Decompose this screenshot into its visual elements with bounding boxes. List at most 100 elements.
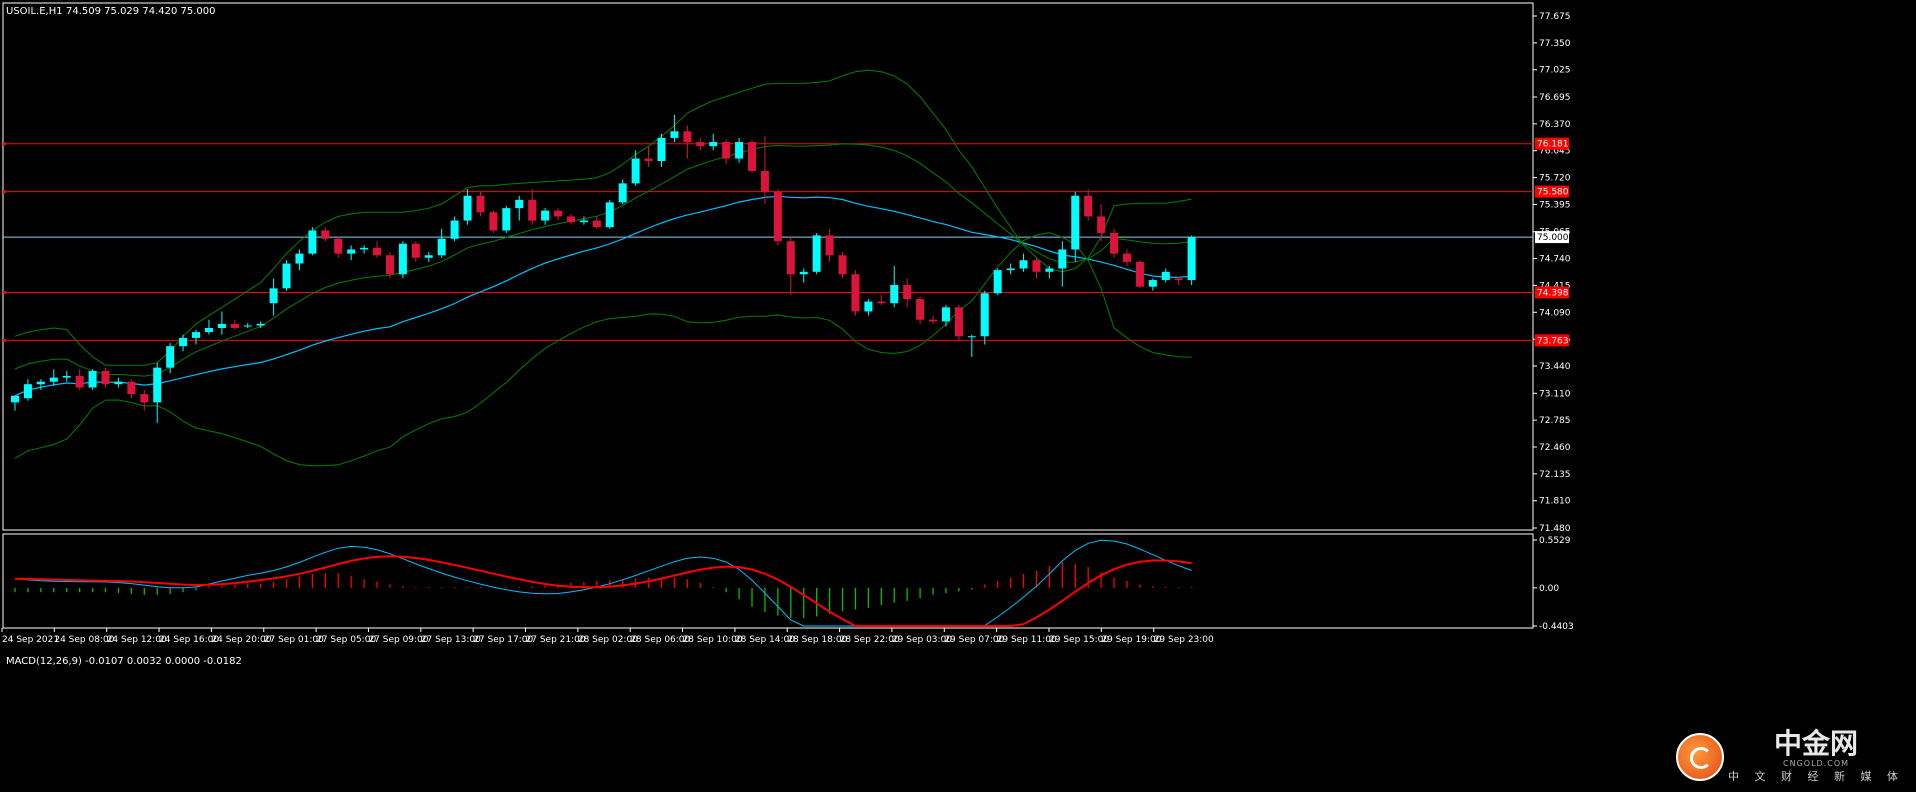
candle-bear xyxy=(838,255,847,275)
candle-bull xyxy=(23,384,32,399)
candle-bull xyxy=(890,285,899,304)
x-tick-label: 27 Sep 13:00 xyxy=(421,635,481,645)
candle-bull xyxy=(114,381,123,385)
candle-bull xyxy=(812,235,821,272)
y-tick-label: 72.460 xyxy=(1539,443,1571,453)
watermark-brand: 中金网 xyxy=(1774,727,1859,760)
y-tick-label: 73.440 xyxy=(1539,362,1571,372)
x-tick-label: 27 Sep 01:00 xyxy=(264,635,324,645)
candle-bull xyxy=(398,243,407,275)
candle-bull xyxy=(360,247,369,250)
candle-bull xyxy=(1161,271,1170,281)
candle-bull xyxy=(204,327,213,333)
ohlc-label: 74.509 75.029 74.420 75.000 xyxy=(66,6,216,17)
macd-y-tick-label: -0.4403 xyxy=(1539,622,1574,632)
y-tick-label: 73.110 xyxy=(1539,389,1571,399)
hline-price-label: 73.763 xyxy=(1537,336,1569,346)
x-tick-label: 28 Sep 18:00 xyxy=(787,635,847,645)
candle-bull xyxy=(308,230,317,254)
x-tick-label: 27 Sep 05:00 xyxy=(316,635,376,645)
y-tick-label: 71.480 xyxy=(1539,524,1571,534)
x-tick-label: 29 Sep 19:00 xyxy=(1101,635,1161,645)
y-tick-label: 74.090 xyxy=(1539,308,1571,318)
cngold-logo-icon xyxy=(1676,732,1725,781)
candle-bear xyxy=(385,255,394,275)
candle-bull xyxy=(217,323,226,328)
candle-bull xyxy=(1006,268,1015,271)
y-tick-label: 72.785 xyxy=(1539,416,1571,426)
candle-bear xyxy=(851,274,860,312)
candle-bull xyxy=(993,270,1002,294)
hline-price-label: 74.398 xyxy=(1537,288,1569,298)
candle-bull xyxy=(709,142,718,147)
candle-bull xyxy=(618,183,627,203)
watermark-url: CNGOLD.COM xyxy=(1783,759,1850,768)
chart-canvas: 77.67577.35077.02576.69576.37076.04575.7… xyxy=(0,0,1916,792)
candle-bull xyxy=(1058,249,1067,269)
candle-bull xyxy=(424,255,433,258)
candle-bear xyxy=(760,170,769,192)
candle-bull xyxy=(295,253,304,264)
candle-bull xyxy=(463,195,472,221)
candle-bear xyxy=(1174,278,1183,281)
candle-bear xyxy=(1110,232,1119,254)
candle-bear xyxy=(554,210,563,217)
candle-bull xyxy=(1019,260,1028,269)
candle-bull xyxy=(166,346,175,368)
candle-bear xyxy=(644,158,653,162)
hline-marker xyxy=(3,290,6,294)
hline-marker xyxy=(3,190,6,194)
watermark-sub: 中 文 财 经 新 媒 体 xyxy=(1728,770,1904,783)
candle-bear xyxy=(592,220,601,228)
candle-bull xyxy=(153,367,162,403)
x-tick-label: 29 Sep 07:00 xyxy=(944,635,1004,645)
x-tick-label: 24 Sep 2021 xyxy=(2,635,59,645)
candle-bull xyxy=(437,238,446,256)
candle-bear xyxy=(916,299,925,320)
candle-bull xyxy=(36,381,45,385)
y-tick-label: 72.135 xyxy=(1539,470,1571,480)
candle-bear xyxy=(683,131,692,143)
candle-bull xyxy=(192,332,201,338)
x-tick-label: 29 Sep 15:00 xyxy=(1049,635,1109,645)
macd-y-tick-label: 0.00 xyxy=(1539,584,1559,594)
x-tick-label: 29 Sep 03:00 xyxy=(892,635,952,645)
candle-bull xyxy=(941,307,950,322)
candle-bull xyxy=(179,337,188,347)
candle-bear xyxy=(321,230,330,239)
y-tick-label: 77.025 xyxy=(1539,66,1571,76)
candle-bull xyxy=(450,220,459,239)
candle-bull xyxy=(799,271,808,275)
candle-bear xyxy=(1097,216,1106,233)
candle-bull xyxy=(1071,195,1080,250)
hline-price-label: 75.580 xyxy=(1537,188,1569,198)
y-tick-label: 76.695 xyxy=(1539,93,1571,103)
y-tick-label: 76.370 xyxy=(1539,120,1571,130)
y-tick-label: 75.395 xyxy=(1539,200,1571,210)
candle-bull xyxy=(1148,280,1157,287)
candle-bull xyxy=(269,288,278,304)
y-tick-label: 74.740 xyxy=(1539,255,1571,265)
hline-marker xyxy=(3,338,6,342)
x-tick-label: 24 Sep 20:00 xyxy=(211,635,271,645)
x-tick-label: 27 Sep 17:00 xyxy=(473,635,533,645)
y-tick-label: 77.350 xyxy=(1539,39,1571,49)
candle-bear xyxy=(1122,253,1131,262)
candle-bear xyxy=(954,307,963,337)
candle-bear xyxy=(1032,260,1041,272)
candle-bear xyxy=(489,212,498,231)
current-price-label: 75.000 xyxy=(1537,233,1569,243)
hline-marker xyxy=(3,142,6,146)
macd-title: MACD(12,26,9) -0.0107 0.0032 0.0000 -0.0… xyxy=(6,656,242,667)
x-tick-label: 27 Sep 09:00 xyxy=(368,635,428,645)
candle-bull xyxy=(88,370,97,388)
x-tick-label: 28 Sep 14:00 xyxy=(735,635,795,645)
candle-bull xyxy=(282,263,291,289)
x-tick-label: 24 Sep 12:00 xyxy=(107,635,167,645)
candle-bull xyxy=(347,249,356,254)
x-tick-label: 28 Sep 22:00 xyxy=(840,635,900,645)
candle-bear xyxy=(101,370,110,385)
candle-bull xyxy=(62,375,71,378)
candle-bull xyxy=(11,395,19,403)
candle-bull xyxy=(541,210,550,221)
